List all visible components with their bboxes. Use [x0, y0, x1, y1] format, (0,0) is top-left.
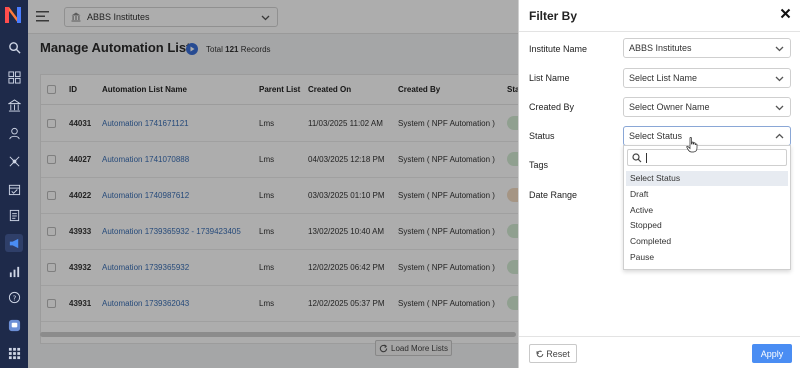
created-by-value: Select Owner Name: [629, 102, 710, 112]
apps-icon[interactable]: [5, 344, 23, 362]
institute-name-value: ABBS Institutes: [629, 43, 692, 53]
chevron-down-icon: [775, 46, 784, 52]
chevron-down-icon: [775, 76, 784, 82]
filter-panel-footer: Reset Apply: [519, 336, 800, 368]
tags-label: Tags: [529, 160, 549, 170]
filter-panel-header: Filter By: [519, 0, 800, 32]
status-select[interactable]: Select Status: [623, 126, 791, 146]
status-option[interactable]: Pause: [626, 250, 788, 265]
date-range-label: Date Range: [529, 190, 578, 200]
institute-name-select[interactable]: ABBS Institutes: [623, 38, 791, 58]
user-icon[interactable]: [5, 124, 23, 142]
list-name-select[interactable]: Select List Name: [623, 68, 791, 88]
home-icon[interactable]: [5, 68, 23, 86]
chevron-down-icon: [775, 105, 784, 111]
filter-panel-title: Filter By: [529, 9, 578, 23]
status-option[interactable]: Completed: [626, 234, 788, 249]
institute-name-label: Institute Name: [529, 44, 588, 54]
left-nav-rail: ?: [0, 0, 28, 368]
megaphone-icon[interactable]: [5, 234, 23, 252]
svg-text:?: ?: [12, 293, 16, 302]
created-by-label: Created By: [529, 102, 575, 112]
apply-button[interactable]: Apply: [752, 344, 792, 363]
created-by-select[interactable]: Select Owner Name: [623, 97, 791, 117]
status-option[interactable]: Draft: [626, 187, 788, 202]
reset-label: Reset: [546, 348, 570, 359]
search-icon[interactable]: [5, 38, 23, 56]
help-icon[interactable]: ?: [5, 288, 23, 306]
search-icon: [632, 153, 642, 163]
chevron-up-icon: [775, 133, 784, 139]
app-logo[interactable]: [4, 5, 24, 25]
chat-icon[interactable]: [5, 316, 23, 334]
status-dropdown: Select Status Draft Active Stopped Compl…: [623, 145, 791, 270]
status-value: Select Status: [629, 131, 683, 141]
text-caret: [646, 153, 647, 163]
status-option[interactable]: Stopped: [626, 218, 788, 233]
network-icon[interactable]: [5, 152, 23, 170]
list-name-value: Select List Name: [629, 73, 698, 83]
status-option[interactable]: Active: [626, 203, 788, 218]
status-option[interactable]: Select Status: [626, 171, 788, 186]
building-icon[interactable]: [5, 96, 23, 114]
filter-panel: Filter By Institute Name ABBS Institutes…: [518, 0, 800, 368]
hand-cursor-icon: [686, 137, 698, 153]
calendar-icon[interactable]: [5, 180, 23, 198]
document-icon[interactable]: [5, 206, 23, 224]
modal-backdrop[interactable]: [28, 0, 518, 368]
status-label: Status: [529, 131, 555, 141]
reset-icon: [536, 350, 544, 357]
reset-button[interactable]: Reset: [529, 344, 577, 363]
chart-icon[interactable]: [5, 262, 23, 280]
status-search-input[interactable]: [627, 149, 787, 166]
close-icon[interactable]: [780, 8, 791, 19]
list-name-label: List Name: [529, 73, 570, 83]
